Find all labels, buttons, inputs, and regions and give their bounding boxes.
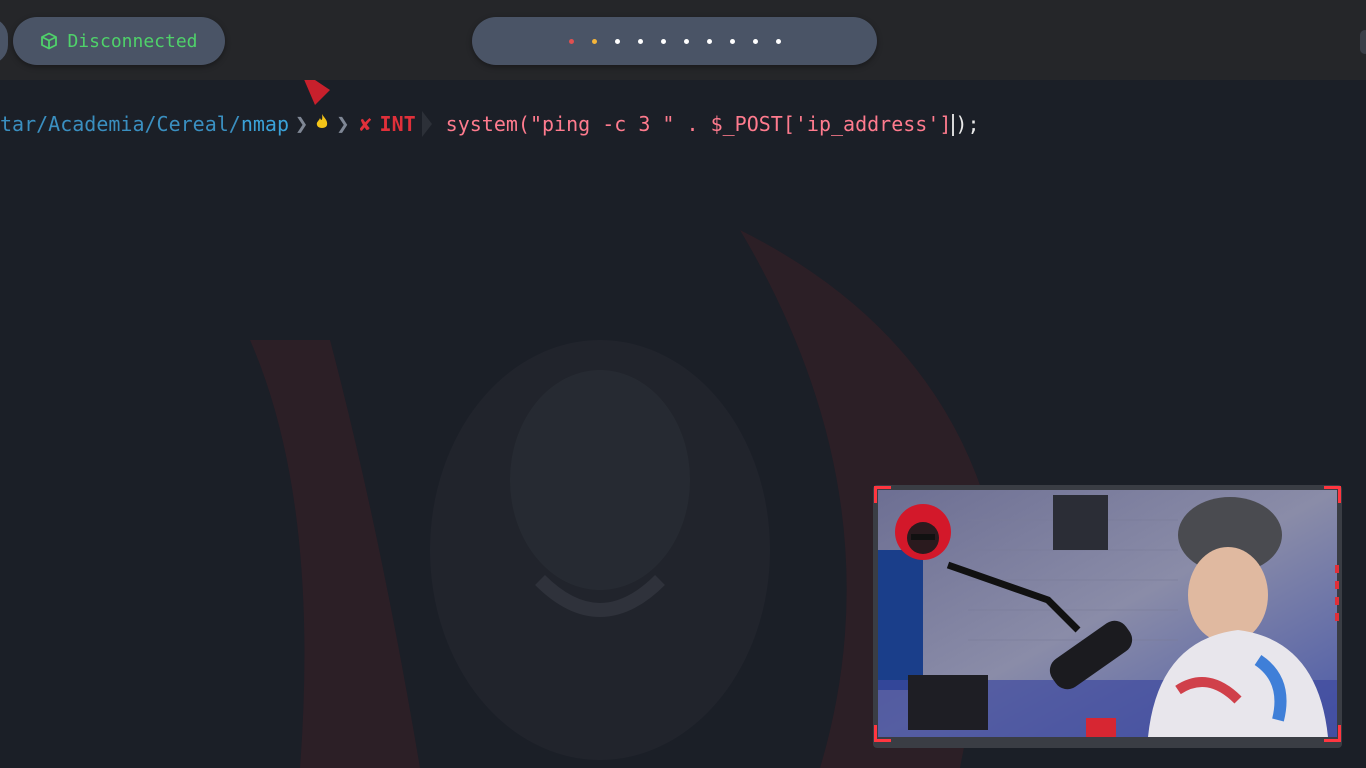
command-text-end: ); [955,111,980,136]
cube-icon [40,32,58,50]
webcam-overlay [873,485,1342,748]
error-x-icon: ✘ [359,112,372,136]
workspace-dot-2[interactable] [591,38,597,44]
workspace-dot-6[interactable] [683,38,689,44]
workspace-dot-8[interactable] [729,38,735,44]
webcam-feed [878,490,1337,737]
workspace-dot-4[interactable] [637,38,643,44]
exit-status: ✘ INT [360,112,416,136]
right-edge-widget[interactable] [1360,30,1366,54]
workspace-dot-3[interactable] [614,38,620,44]
workspace-dot-1[interactable] [568,38,574,44]
exit-status-label: INT [379,112,416,136]
workspace-dot-10[interactable] [775,38,781,44]
workspace-dot-9[interactable] [752,38,758,44]
webcam-corner-tr [1324,486,1341,503]
webcam-corner-br [1324,725,1341,742]
fire-icon [314,113,330,136]
left-pill[interactable] [0,18,8,64]
webcam-scene [878,490,1337,737]
workspace-dot-5[interactable] [660,38,666,44]
webcam-corner-tl [874,486,891,503]
prompt-path-prefix: tar/Academia/Cereal/ [0,112,241,136]
workspace-switcher [472,17,877,65]
command-input[interactable]: system("ping -c 3 " . $_POST['ip_address… [446,112,980,137]
prompt-path: tar/Academia/Cereal/nmap [0,112,289,136]
prompt-arrow [421,111,432,137]
webcam-corner-bl [874,725,891,742]
terminal-prompt-line[interactable]: tar/Academia/Cereal/nmap ❯ ❯ ✘ INT system… [0,108,980,140]
webcam-side-dots [1335,565,1341,629]
prompt-path-current: nmap [240,112,289,136]
connection-status[interactable]: Disconnected [13,17,225,65]
workspace-dot-7[interactable] [706,38,712,44]
prompt-separator-2: ❯ [336,111,350,137]
connection-status-label: Disconnected [67,30,198,52]
prompt-separator: ❯ [295,111,309,137]
command-text: system("ping -c 3 " . $_POST['ip_address… [445,111,952,136]
top-bar: Disconnected [0,0,1366,80]
